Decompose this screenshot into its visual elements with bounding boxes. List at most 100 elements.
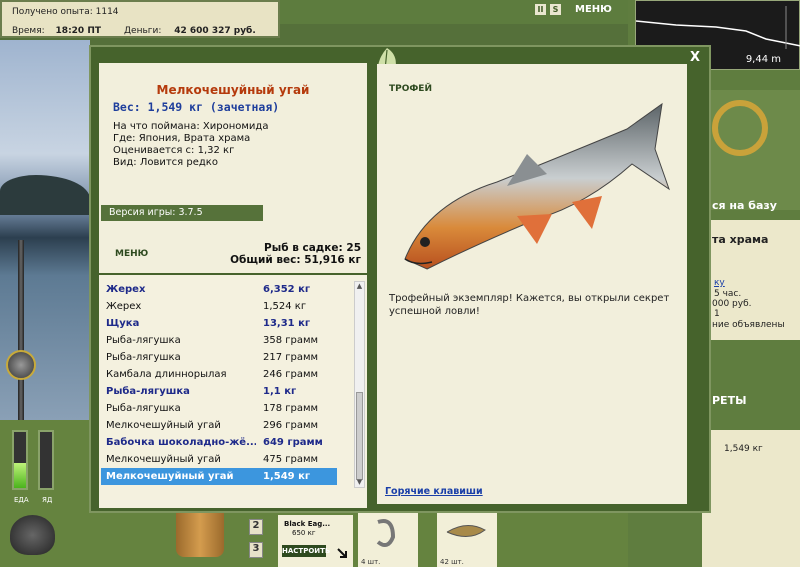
money-value: 42 600 327 руб.: [174, 26, 256, 36]
list-item[interactable]: Рыба-лягушка 1,1 кг: [101, 383, 337, 400]
secrets-button[interactable]: РЕТЫ: [712, 394, 746, 407]
slot-2-button[interactable]: 2: [249, 519, 263, 535]
catch-list: Жерех 6,352 кг Жерех 1,524 кг Щука 13,31 кг Ры…: [99, 275, 367, 508]
location-line-2: 000 руб.: [712, 299, 752, 309]
list-item-weight: 13,31 кг: [263, 318, 311, 329]
drink-label: ЯД: [42, 496, 53, 504]
fish-bait: На что поймана: Хирономида: [113, 121, 269, 132]
list-item[interactable]: Жерех 6,352 кг: [101, 281, 337, 298]
trophy-panel: ТРОФЕЙ Трофейный экземпляр! Кажется, вы …: [377, 64, 687, 504]
list-item-weight: 1,549 кг: [263, 471, 311, 482]
trophy-text: Трофейный экземпляр! Кажется, вы открыли…: [389, 293, 670, 317]
list-item[interactable]: Мелкочешуйный угай 475 грамм: [101, 451, 337, 468]
fish-kind: Вид: Ловится редко: [113, 157, 218, 168]
scroll-up-icon[interactable]: ▲: [355, 282, 364, 291]
fish-price: Оценивается с: 1,32 кг: [113, 145, 235, 156]
summary-weight: 1,549 кг: [724, 444, 763, 454]
list-item-name: Рыба-лягушка: [106, 335, 181, 346]
bait-weight: 650 кг: [292, 529, 316, 537]
list-item-weight: 475 грамм: [263, 454, 319, 465]
food-label: ЕДА: [14, 496, 29, 504]
list-item[interactable]: Рыба-лягушка 358 грамм: [101, 332, 337, 349]
list-item-weight: 1,524 кг: [263, 301, 307, 312]
list-item-name: Рыба-лягушка: [106, 403, 181, 414]
location-name: та храма: [712, 233, 769, 246]
fish-weight: Вес: 1,549 кг (зачетная): [113, 100, 280, 114]
list-item-weight: 217 грамм: [263, 352, 319, 363]
dialog-menu-button[interactable]: МЕНЮ: [115, 249, 148, 259]
arrow-icon: [337, 548, 347, 558]
list-item-name: Камбала длиннорылая: [106, 369, 227, 380]
cooking-pot-icon[interactable]: [10, 515, 55, 555]
money-label: Деньги:: [124, 26, 162, 36]
list-item[interactable]: Рыба-лягушка 217 грамм: [101, 349, 337, 366]
time-row: Время: 18:20 ПТ: [12, 26, 101, 36]
fish-place: Где: Япония, Врата храма: [113, 133, 251, 144]
location-link[interactable]: ку: [714, 278, 725, 288]
close-button[interactable]: X: [690, 50, 700, 65]
exp-value: 1114: [95, 7, 119, 17]
exp-row: Получено опыта: 1114: [12, 7, 119, 17]
list-item-name: Щука: [106, 318, 140, 329]
version-label: Версия игры: 3.7.5: [101, 205, 263, 221]
list-item-name: Рыба-лягушка: [106, 352, 181, 363]
go-to-base-button[interactable]: ся на базу: [712, 199, 777, 212]
list-item[interactable]: Бабочка шоколадно-жё... 649 грамм: [101, 434, 337, 451]
list-item[interactable]: Камбала длиннорылая 246 грамм: [101, 366, 337, 383]
top-controls: II S МЕНЮ: [535, 4, 612, 15]
main-menu-button[interactable]: МЕНЮ: [575, 4, 612, 15]
sound-button[interactable]: S: [550, 4, 561, 15]
fish-name: Мелкочешуйный угай: [156, 83, 310, 97]
time-label: Время:: [12, 26, 45, 36]
money-row: Деньги: 42 600 327 руб.: [124, 26, 256, 36]
list-item-name: Жерех: [106, 284, 146, 295]
bucket-icon[interactable]: [176, 512, 224, 557]
lure-slot-2[interactable]: 42 шт.: [437, 512, 497, 567]
list-item-name: Рыба-лягушка: [106, 386, 190, 397]
location-line-4: ние объявлены: [712, 320, 785, 330]
list-item-name: Бабочка шоколадно-жё...: [106, 437, 256, 448]
fishing-reel[interactable]: [6, 350, 36, 380]
list-item-weight: 6,352 кг: [263, 284, 311, 295]
status-bar: Получено опыта: 1114 Время: 18:20 ПТ Ден…: [0, 0, 280, 38]
scroll-down-icon[interactable]: ▼: [355, 478, 364, 487]
list-item-name: Мелкочешуйный угай: [106, 420, 221, 431]
list-item[interactable]: Щука 13,31 кг: [101, 315, 337, 332]
location-line-3: 1: [714, 309, 720, 319]
list-item[interactable]: Жерех 1,524 кг: [101, 298, 337, 315]
exp-label: Получено опыта:: [12, 7, 93, 17]
pause-button[interactable]: II: [535, 4, 546, 15]
list-item-weight: 246 грамм: [263, 369, 319, 380]
list-item[interactable]: Рыба-лягушка 178 грамм: [101, 400, 337, 417]
list-item-weight: 358 грамм: [263, 335, 319, 346]
time-value: 18:20 ПТ: [55, 26, 101, 36]
food-gauge: [12, 430, 28, 490]
cage-weight: Общий вес: 51,916 кг: [230, 254, 361, 266]
food-gauge-fill: [14, 462, 26, 488]
wobbler-icon: [446, 525, 486, 537]
lure-2-count: 42 шт.: [440, 558, 464, 566]
drink-gauge: [38, 430, 54, 490]
location-line-1: 5 час.: [714, 289, 742, 299]
list-item-weight: 178 грамм: [263, 403, 319, 414]
lure-1-count: 4 шт.: [361, 558, 381, 566]
list-item-name: Мелкочешуйный угай: [106, 454, 221, 465]
catch-list-scrollbar[interactable]: ▲ ▼: [354, 281, 365, 488]
list-item-name: Мелкочешуйный угай: [106, 471, 234, 482]
bait-name: Black Eag...: [284, 520, 331, 528]
slot-3-button[interactable]: 3: [249, 542, 263, 558]
hook-icon: [376, 519, 396, 548]
hotkeys-link[interactable]: Горячие клавиши: [385, 486, 483, 497]
active-tackle-slot[interactable]: Black Eag... 650 кг НАСТРОИТЬ: [278, 515, 353, 567]
list-item-weight: 649 грамм: [263, 437, 323, 448]
list-item[interactable]: Мелкочешуйный угай 1,549 кг: [101, 468, 337, 485]
scroll-thumb[interactable]: [356, 392, 363, 480]
list-item-weight: 1,1 кг: [263, 386, 297, 397]
fishing-rod[interactable]: [18, 240, 24, 420]
lure-slot-1[interactable]: 4 шт.: [358, 512, 418, 567]
list-item-weight: 296 грамм: [263, 420, 319, 431]
depth-value: 9,44 m: [745, 54, 781, 65]
setup-button[interactable]: НАСТРОИТЬ: [282, 545, 330, 557]
ship-wheel-icon[interactable]: [712, 100, 768, 156]
list-item[interactable]: Мелкочешуйный угай 296 грамм: [101, 417, 337, 434]
